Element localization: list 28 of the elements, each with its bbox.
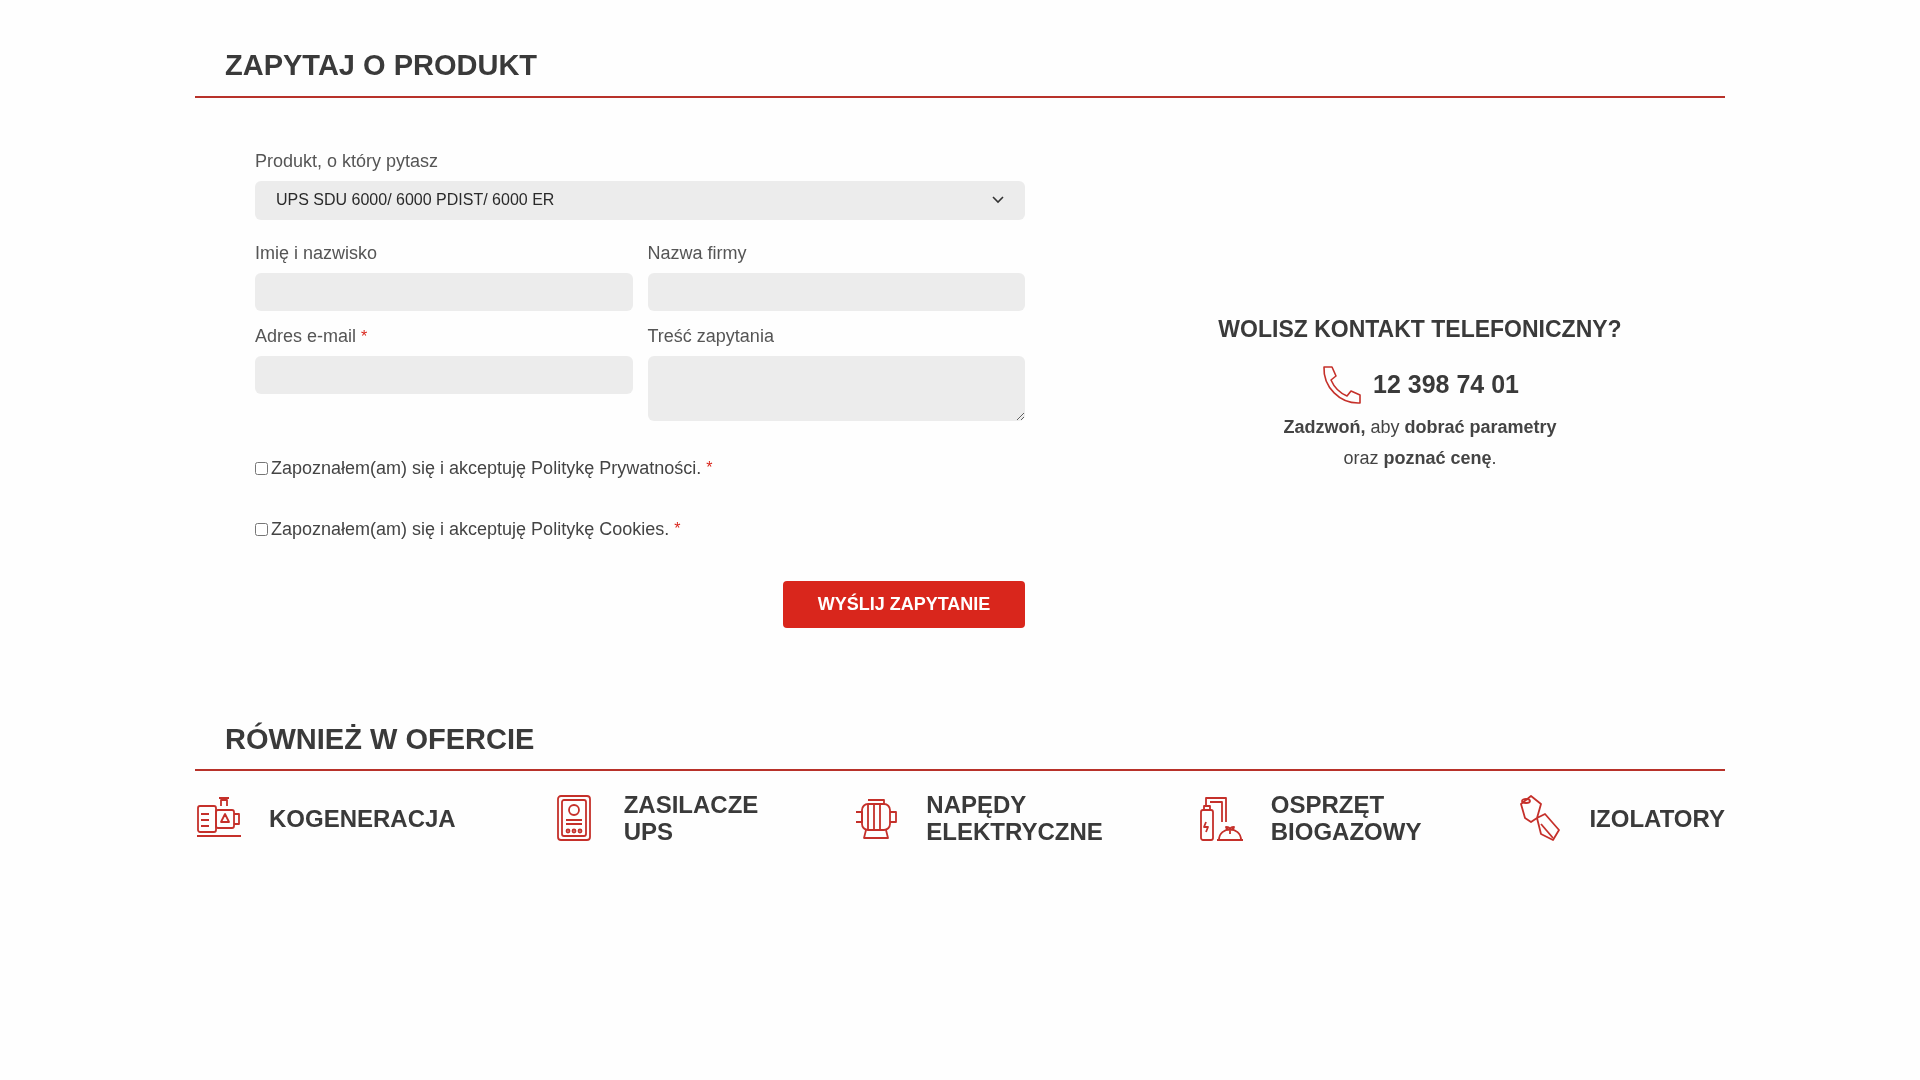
chevron-down-icon	[992, 196, 1004, 204]
section-title: RÓWNIEŻ W OFERCIE	[225, 721, 535, 757]
phone-icon	[1321, 364, 1363, 406]
consent-checkbox[interactable]	[255, 461, 268, 475]
category-link[interactable]: ZASILACZE UPS	[549, 791, 759, 845]
consent-checkbox[interactable]	[255, 522, 268, 536]
required-asterisk: *	[706, 458, 713, 478]
category-link[interactable]: IZOLATORY	[1515, 794, 1725, 842]
field-label: Nazwa firmy	[647, 241, 747, 265]
submit-button[interactable]: WYŚLIJ ZAPYTANIE	[783, 580, 1025, 628]
field-label: Imię i nazwisko	[255, 241, 378, 265]
field-label: Adres e-mail	[255, 324, 357, 348]
field-label: Produkt, o który pytasz	[255, 149, 439, 173]
phone-number-link[interactable]: 12 398 74 01	[1373, 366, 1519, 404]
category-link[interactable]: NAPĘDY ELEKTRYCZNE	[852, 791, 1103, 845]
contact-text: oraz poznać cenę.	[1343, 447, 1497, 470]
consent-label: Zapoznałem(am) się i akceptuję Politykę Cookies.	[271, 517, 670, 541]
contact-text: Zadzwoń, aby dobrać parametry	[1283, 416, 1557, 439]
consent-label: Zapoznałem(am) się i akceptuję Politykę Prywatności.	[271, 456, 702, 480]
category-link[interactable]: OSPRZĘT BIOGAZOWY	[1196, 791, 1422, 845]
product-select[interactable]: UPS SDU 6000/ 6000 PDIST/ 6000 ER	[255, 180, 1025, 220]
section-title: ZAPYTAJ O PRODUKT	[225, 48, 538, 83]
contact-heading: WOLISZ KONTAKT TELEFONICZNY?	[1218, 314, 1622, 344]
category-link[interactable]: KOGENERACJA	[195, 794, 456, 842]
required-asterisk: *	[674, 519, 681, 539]
field-label: Treść zapytania	[647, 324, 774, 348]
required-asterisk: *	[361, 326, 368, 347]
message-textarea[interactable]	[647, 355, 1025, 421]
